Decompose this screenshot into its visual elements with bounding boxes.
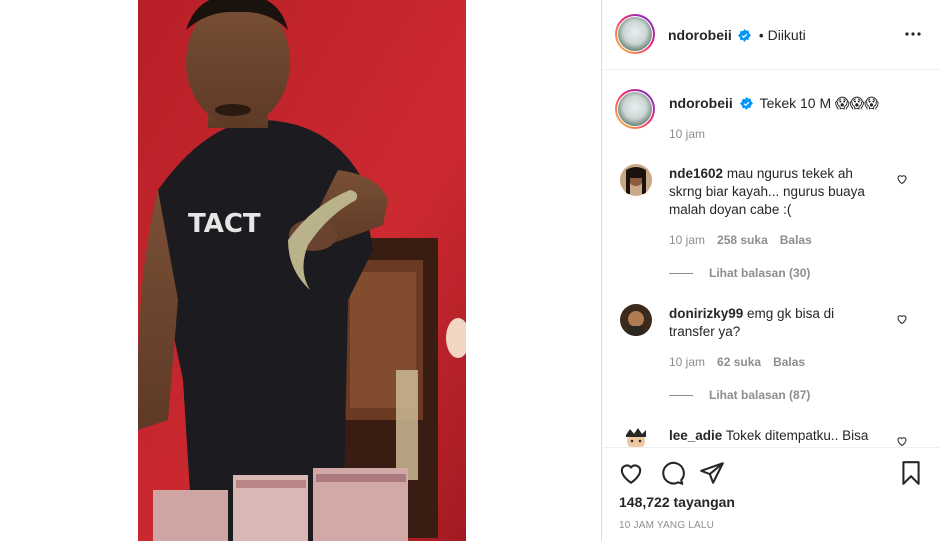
post-details: ndorobeii • Diikuti ndorobeii Tekek 10 M … bbox=[601, 0, 940, 541]
like-heart-icon[interactable] bbox=[618, 460, 644, 486]
post-actions: 148,722 tayangan 10 JAM YANG LALU bbox=[602, 447, 940, 541]
separator-dot: • bbox=[759, 28, 764, 43]
comment-meta: 10 jam 62 suka Balas bbox=[669, 355, 817, 369]
post-header: ndorobeii • Diikuti bbox=[602, 0, 940, 70]
svg-text:TACT: TACT bbox=[188, 209, 261, 239]
follow-status[interactable]: Diikuti bbox=[768, 27, 806, 43]
view-replies-label: Lihat balasan (87) bbox=[709, 388, 811, 402]
view-count[interactable]: 148,722 tayangan bbox=[619, 494, 735, 510]
comment-avatar[interactable] bbox=[620, 425, 652, 447]
comments-list[interactable]: ndorobeii Tekek 10 M 😱😱😱 10 jam nde1602 … bbox=[602, 71, 940, 447]
caption-username[interactable]: ndorobeii bbox=[669, 95, 733, 111]
comment-text: Tokek ditempatku.. Bisa bbox=[725, 428, 869, 443]
comment-likes[interactable]: 62 suka bbox=[717, 355, 761, 369]
comment-body: donirizky99 emg gk bisa di transfer ya? bbox=[669, 305, 879, 341]
more-horizontal-icon[interactable] bbox=[904, 27, 922, 41]
post-video[interactable]: TACT bbox=[138, 0, 466, 541]
verified-badge-icon bbox=[739, 97, 753, 110]
caption-time: 10 jam bbox=[669, 127, 706, 141]
comment-time: 10 jam bbox=[669, 355, 706, 369]
like-comment-heart-icon[interactable] bbox=[896, 435, 908, 447]
video-frame: TACT bbox=[138, 0, 466, 541]
reply-button[interactable]: Balas bbox=[773, 355, 805, 369]
author-username[interactable]: ndorobeii bbox=[668, 27, 732, 43]
caption-avatar[interactable] bbox=[615, 89, 655, 129]
like-comment-heart-icon[interactable] bbox=[896, 173, 908, 185]
comment-username[interactable]: donirizky99 bbox=[669, 306, 743, 321]
reply-button[interactable]: Balas bbox=[780, 233, 812, 247]
like-comment-heart-icon[interactable] bbox=[896, 313, 908, 325]
view-replies-label: Lihat balasan (30) bbox=[709, 266, 811, 280]
comment-username[interactable]: lee_adie bbox=[669, 428, 722, 443]
post-timestamp: 10 JAM YANG LALU bbox=[619, 520, 715, 531]
comment-username[interactable]: nde1602 bbox=[669, 166, 723, 181]
caption-text: Tekek 10 M 😱😱😱 bbox=[759, 95, 879, 111]
comment-meta: 10 jam 258 suka Balas bbox=[669, 233, 824, 247]
save-bookmark-icon[interactable] bbox=[898, 460, 924, 486]
comment-bubble-icon[interactable] bbox=[659, 460, 685, 486]
media-pane: TACT bbox=[0, 0, 601, 541]
comment-body: lee_adie Tokek ditempatku.. Bisa bbox=[669, 427, 879, 445]
verified-badge-icon bbox=[738, 29, 752, 42]
comment-body: nde1602 mau ngurus tekek ah skrng biar k… bbox=[669, 165, 879, 219]
view-replies-button[interactable]: Lihat balasan (87) bbox=[669, 388, 810, 402]
comment-avatar[interactable] bbox=[620, 164, 652, 196]
view-replies-button[interactable]: Lihat balasan (30) bbox=[669, 266, 810, 280]
comment-likes[interactable]: 258 suka bbox=[717, 233, 768, 247]
share-paper-plane-icon[interactable] bbox=[699, 460, 725, 486]
header-line: ndorobeii • Diikuti bbox=[668, 27, 806, 43]
comment-time: 10 jam bbox=[669, 233, 706, 247]
author-avatar[interactable] bbox=[615, 14, 655, 54]
comment-avatar[interactable] bbox=[620, 304, 652, 336]
caption: ndorobeii Tekek 10 M 😱😱😱 bbox=[669, 95, 879, 112]
